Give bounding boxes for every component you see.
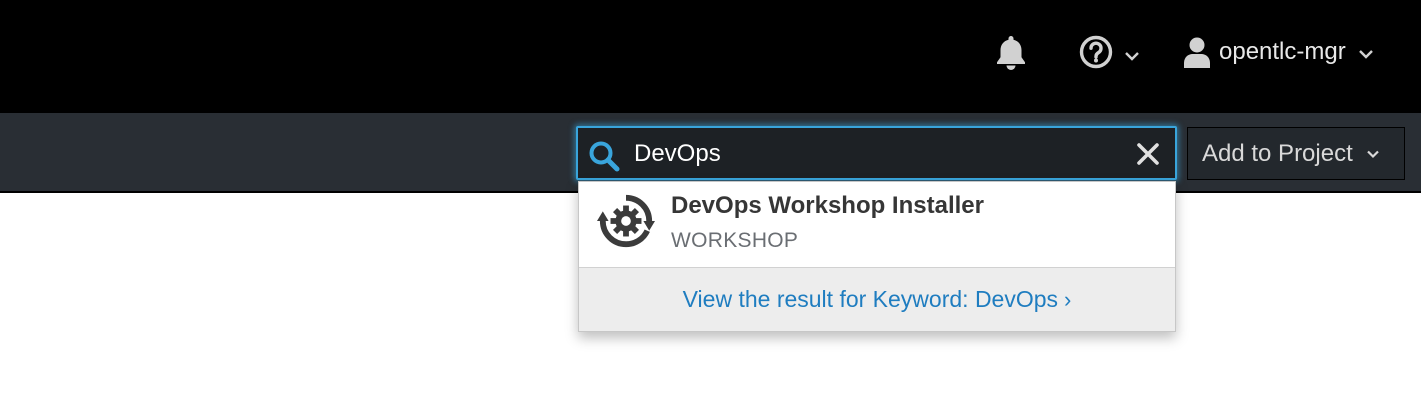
chevron-down-icon [1125,52,1139,61]
search-icon [589,141,620,172]
view-all-label: View the result for Keyword: DevOps [682,286,1059,312]
chevron-down-icon [1366,150,1379,158]
user-name: opentlc-mgr [1219,38,1346,65]
search-result-item[interactable]: DevOps Workshop Installer WORKSHOP [579,182,1175,268]
result-kind: WORKSHOP [671,229,799,252]
view-all-results-link[interactable]: View the result for Keyword: DevOps › [579,268,1175,331]
close-icon[interactable] [1136,142,1160,166]
user-icon [1184,37,1210,68]
notifications-bell-icon[interactable] [991,32,1031,72]
chevron-down-icon [1358,50,1373,59]
add-to-project-label: Add to Project [1202,139,1353,167]
add-to-project-button[interactable]: Add to Project [1187,127,1405,180]
help-menu-toggle[interactable] [1078,32,1142,72]
masthead: opentlc-mgr [0,0,1421,113]
catalog-search-box[interactable] [576,126,1177,180]
result-title: DevOps Workshop Installer [671,192,984,219]
question-circle-icon [1079,35,1113,69]
gear-sync-icon [597,194,655,248]
search-results-dropdown: DevOps Workshop Installer WORKSHOP View … [578,181,1176,332]
chevron-right-icon: › [1064,286,1072,312]
user-menu-toggle[interactable]: opentlc-mgr [1183,30,1376,74]
search-input[interactable] [632,134,1116,174]
